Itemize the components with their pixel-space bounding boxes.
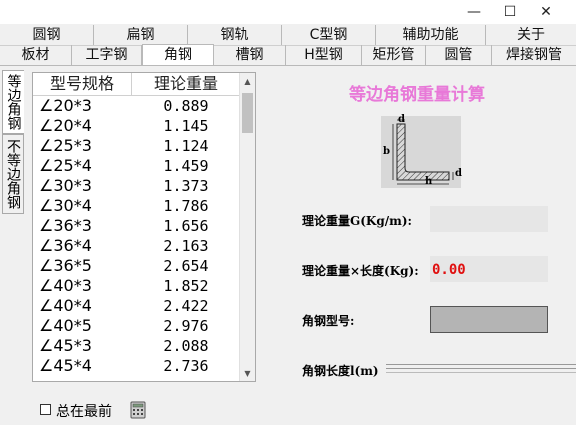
tab-row-top: 圆钢 扁钢 钢轨 C型钢 辅助功能 关于: [0, 25, 576, 45]
calculator-icon[interactable]: [130, 401, 146, 419]
maximize-icon: ☐: [503, 4, 517, 20]
spec-list[interactable]: 型号规格 理论重量 ∠20*3 0.889 ∠20*4 1.145 ∠25*3 1.124…: [32, 72, 256, 382]
total-weight-label: 理论重量×长度(Kg):: [302, 264, 419, 278]
spec-cell: ∠20*4: [39, 116, 92, 135]
tab-round-steel[interactable]: 圆钢: [0, 25, 94, 45]
list-row[interactable]: ∠45*4 2.736: [33, 356, 241, 376]
calc-title: 等边角钢重量计算: [349, 85, 485, 105]
spec-cell: ∠40*5: [39, 316, 92, 335]
tab-welded-pipe[interactable]: 焊接钢管: [492, 45, 576, 65]
spec-cell: ∠40*3: [39, 276, 92, 295]
list-row[interactable]: ∠45*3 2.088: [33, 336, 241, 356]
weight-cell: 1.656: [163, 217, 209, 235]
list-row[interactable]: ∠25*3 1.124: [33, 136, 241, 156]
spec-cell: ∠36*4: [39, 236, 92, 255]
spec-cell: ∠25*4: [39, 156, 92, 175]
column-header-weight[interactable]: 理论重量: [131, 73, 241, 95]
angle-model-field: [430, 306, 548, 333]
close-button[interactable]: ✕: [528, 0, 564, 24]
list-row[interactable]: ∠36*5 2.654: [33, 256, 241, 276]
weight-cell: 1.124: [163, 137, 209, 155]
weight-cell: 2.163: [163, 237, 209, 255]
tab-channel[interactable]: 槽钢: [214, 45, 286, 65]
weight-cell: 2.736: [163, 357, 209, 375]
diagram-label-b: b: [383, 146, 390, 157]
tab-flat-steel[interactable]: 扁钢: [94, 25, 188, 45]
weight-cell: 1.145: [163, 117, 209, 135]
tab-c-steel[interactable]: C型钢: [282, 25, 376, 45]
calculator-icon-svg: [130, 401, 146, 419]
list-row[interactable]: ∠40*3 1.852: [33, 276, 241, 296]
side-tab-unequal-angle[interactable]: 不等边角钢: [2, 134, 24, 214]
tab-round-tube[interactable]: 圆管: [426, 45, 492, 65]
tab-h-beam[interactable]: H型钢: [286, 45, 362, 65]
weight-per-meter-label: 理论重量G(Kg/m):: [302, 214, 412, 228]
spec-cell: ∠30*3: [39, 176, 92, 195]
list-row[interactable]: ∠30*4 1.786: [33, 196, 241, 216]
spec-cell: ∠20*3: [39, 96, 92, 115]
total-weight-value: 0.00: [432, 262, 466, 278]
spec-cell: ∠30*4: [39, 196, 92, 215]
list-row[interactable]: ∠36*3 1.656: [33, 216, 241, 236]
tab-aux-functions[interactable]: 辅助功能: [376, 25, 486, 45]
weight-per-meter-field: [430, 206, 548, 232]
weight-cell: 1.373: [163, 177, 209, 195]
spec-cell: ∠40*4: [39, 296, 92, 315]
content-top-border: [0, 65, 576, 66]
weight-cell: 2.976: [163, 317, 209, 335]
length-input-edge[interactable]: [386, 364, 576, 365]
length-input-edge-2: [386, 368, 576, 369]
tab-row-bottom: 板材 工字钢 角钢 槽钢 H型钢 矩形管 圆管 焊接钢管: [0, 44, 576, 66]
scroll-up-icon[interactable]: ▲: [240, 73, 255, 89]
tab-rail[interactable]: 钢轨: [188, 25, 282, 45]
weight-cell: 0.889: [163, 97, 209, 115]
tab-angle-steel[interactable]: 角钢: [142, 44, 214, 66]
spec-cell: ∠45*4: [39, 356, 92, 375]
diagram-label-d-right: d: [455, 168, 462, 179]
weight-cell: 2.422: [163, 297, 209, 315]
side-tab-equal-angle[interactable]: 等边角钢: [2, 70, 24, 134]
maximize-button[interactable]: ☐: [492, 0, 528, 24]
tab-i-beam[interactable]: 工字钢: [72, 45, 142, 65]
scroll-down-icon[interactable]: ▼: [240, 365, 255, 381]
weight-cell: 2.088: [163, 337, 209, 355]
scroll-thumb[interactable]: [242, 93, 253, 133]
side-tab-equal-angle-label: 等边角钢: [5, 74, 22, 130]
always-on-top-label[interactable]: 总在最前: [56, 401, 112, 421]
diagram-label-h: h: [425, 176, 433, 187]
weight-cell: 1.852: [163, 277, 209, 295]
always-on-top-checkbox[interactable]: [40, 404, 51, 415]
weight-cell: 2.654: [163, 257, 209, 275]
list-header: 型号规格 理论重量: [33, 73, 241, 96]
column-header-spec[interactable]: 型号规格: [33, 73, 132, 95]
spec-cell: ∠36*3: [39, 216, 92, 235]
title-bar: — ☐ ✕: [0, 0, 576, 24]
tab-plate[interactable]: 板材: [0, 45, 72, 65]
list-scrollbar[interactable]: ▲ ▼: [239, 73, 255, 381]
list-row[interactable]: ∠36*4 2.163: [33, 236, 241, 256]
weight-cell: 1.459: [163, 157, 209, 175]
list-row[interactable]: ∠25*4 1.459: [33, 156, 241, 176]
list-row[interactable]: ∠40*4 2.422: [33, 296, 241, 316]
list-row[interactable]: ∠30*3 1.373: [33, 176, 241, 196]
weight-cell: 1.786: [163, 197, 209, 215]
tab-rect-tube[interactable]: 矩形管: [362, 45, 426, 65]
list-row[interactable]: ∠40*5 2.976: [33, 316, 241, 336]
diagram-label-d-top: d: [398, 114, 405, 125]
minimize-button[interactable]: —: [456, 0, 492, 24]
length-label: 角钢长度l(m): [302, 364, 379, 378]
angle-steel-diagram-svg: [392, 119, 454, 185]
angle-model-label: 角钢型号:: [302, 314, 355, 328]
close-icon: ✕: [540, 4, 552, 20]
list-row[interactable]: ∠20*3 0.889: [33, 96, 241, 116]
tab-about[interactable]: 关于: [486, 25, 576, 45]
spec-cell: ∠36*5: [39, 256, 92, 275]
spec-cell: ∠25*3: [39, 136, 92, 155]
length-input-edge-3: [386, 372, 576, 373]
spec-cell: ∠45*3: [39, 336, 92, 355]
side-tab-unequal-angle-label: 不等边角钢: [5, 139, 21, 209]
minimize-icon: —: [467, 4, 481, 20]
list-row[interactable]: ∠20*4 1.145: [33, 116, 241, 136]
angle-steel-diagram: d b d h: [381, 114, 462, 188]
